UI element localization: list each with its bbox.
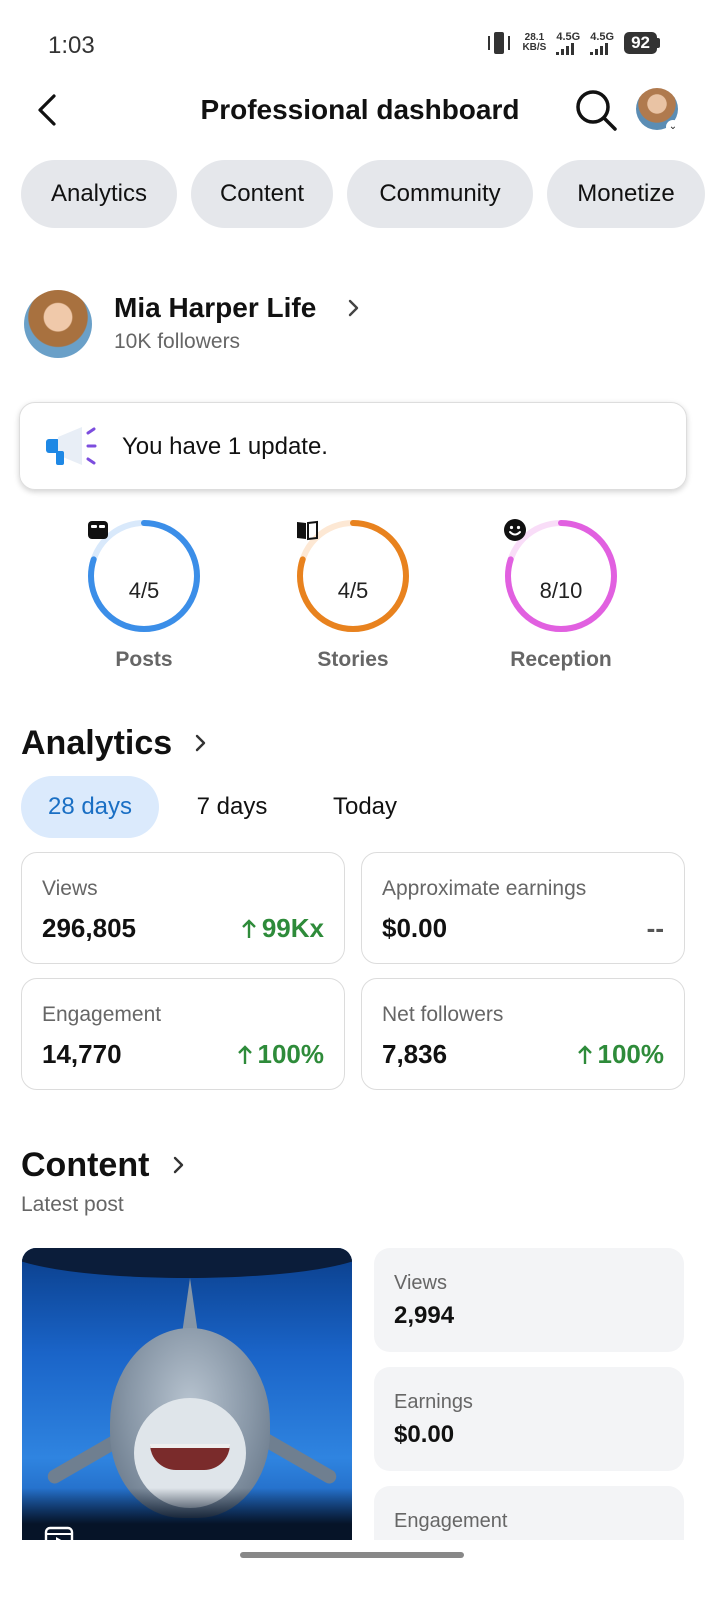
smile-icon — [504, 519, 526, 541]
metric-change-value: 99Kx — [261, 913, 324, 943]
section-chips: Analytics Content Community Monetize — [21, 160, 705, 228]
ring-label: Reception — [510, 648, 612, 671]
network-speed: 28.1 KB/S — [522, 33, 546, 53]
post-icon — [88, 521, 108, 539]
chip-analytics[interactable]: Analytics — [21, 160, 177, 228]
ring-value: 4/5 — [128, 578, 160, 603]
metric-change-value: -- — [646, 913, 664, 943]
battery-icon: 92 — [624, 32, 660, 54]
chevron-right-icon — [348, 299, 359, 317]
metric-engagement[interactable]: Engagement 14,770 100% — [21, 978, 345, 1090]
metric-label: Net followers — [382, 1003, 504, 1026]
metric-approximate-earnings[interactable]: Approximate earnings $0.00 -- — [361, 852, 685, 964]
chip-content[interactable]: Content — [191, 160, 333, 228]
metric-change: 99Kx — [240, 913, 324, 944]
ring-stories[interactable]: 4/5 Stories — [283, 518, 423, 672]
stat-value: 2,994 — [394, 1302, 455, 1329]
status-bar: 1:03 28.1 KB/S 4.5G 4.5G 92 — [0, 0, 720, 90]
chip-community[interactable]: Community — [347, 160, 533, 228]
vibrate-icon — [486, 30, 512, 56]
signal-2: 4.5G — [590, 30, 615, 55]
tab-28-days[interactable]: 28 days — [21, 776, 159, 838]
update-card[interactable]: You have 1 update. — [19, 402, 687, 490]
megaphone-icon — [46, 427, 97, 465]
metric-value: 14,770 — [42, 1039, 122, 1069]
goal-rings: 4/5 Posts 4/5 Stories 8/10 Reception — [0, 518, 720, 678]
home-indicator[interactable] — [240, 1552, 464, 1558]
profile-row[interactable]: Mia Harper Life 10K followers — [24, 290, 684, 360]
post-stat-earnings[interactable]: Earnings $0.00 — [374, 1367, 684, 1471]
stat-label: Earnings — [394, 1391, 473, 1413]
ring-label: Stories — [317, 648, 389, 671]
update-text: You have 1 update. — [122, 433, 328, 460]
signal-bars-icon — [556, 42, 575, 55]
post-stat-views[interactable]: Views 2,994 — [374, 1248, 684, 1352]
signal-1-label: 4.5G — [556, 30, 581, 43]
signal-2-label: 4.5G — [590, 30, 615, 43]
metric-change: -- — [647, 913, 664, 944]
metric-label: Engagement — [42, 1003, 162, 1026]
chevron-right-icon[interactable] — [170, 1154, 186, 1176]
tab-today[interactable]: Today — [305, 776, 425, 838]
navigation-bar-area — [0, 1540, 720, 1600]
metric-change-value: 100% — [257, 1039, 325, 1069]
search-icon[interactable] — [574, 88, 618, 132]
book-icon — [297, 520, 318, 541]
battery-level: 92 — [624, 32, 657, 54]
metric-value: $0.00 — [382, 913, 448, 943]
arrow-up-icon — [577, 1044, 592, 1064]
network-speed-unit: KB/S — [522, 42, 547, 53]
signal-1: 4.5G — [556, 30, 581, 55]
chip-monetize[interactable]: Monetize — [547, 160, 705, 228]
top-app-bar: Professional dashboard ⌄ — [0, 80, 720, 140]
status-icons: 28.1 KB/S 4.5G 4.5G 92 — [486, 30, 660, 56]
stat-label: Engagement — [394, 1510, 508, 1532]
content-subtitle: Latest post — [21, 1193, 124, 1216]
profile-name: Mia Harper Life — [114, 292, 317, 323]
metric-change-value: 100% — [597, 1039, 665, 1069]
status-time: 1:03 — [48, 32, 95, 59]
tab-7-days[interactable]: 7 days — [159, 776, 305, 838]
ring-reception[interactable]: 8/10 Reception — [491, 518, 631, 672]
account-switcher-avatar[interactable]: ⌄ — [636, 88, 680, 134]
latest-post-thumbnail[interactable] — [22, 1248, 352, 1548]
arrow-up-icon — [237, 1044, 252, 1064]
analytics-title[interactable]: Analytics — [21, 724, 172, 763]
ring-value: 8/10 — [539, 578, 583, 603]
stat-value: $0.00 — [394, 1421, 455, 1448]
metric-change: 100% — [576, 1039, 665, 1070]
ring-value: 4/5 — [337, 578, 369, 603]
ring-label: Posts — [115, 648, 173, 671]
metric-value: 7,836 — [382, 1039, 448, 1069]
arrow-up-icon — [241, 918, 256, 938]
metric-change: 100% — [236, 1039, 325, 1070]
metric-views[interactable]: Views 296,805 99Kx — [21, 852, 345, 964]
content-title[interactable]: Content — [21, 1146, 149, 1185]
metric-label: Views — [42, 877, 98, 900]
chevron-down-icon: ⌄ — [666, 120, 680, 134]
profile-followers: 10K followers — [114, 330, 241, 353]
stat-label: Views — [394, 1272, 447, 1294]
period-tabs: 28 days 7 days Today — [21, 776, 425, 838]
chevron-right-icon[interactable] — [192, 732, 208, 754]
ring-posts[interactable]: 4/5 Posts — [74, 518, 214, 672]
metric-label: Approximate earnings — [382, 877, 587, 900]
avatar — [24, 290, 92, 358]
signal-bars-icon — [590, 42, 609, 55]
metric-value: 296,805 — [42, 913, 136, 943]
metric-net-followers[interactable]: Net followers 7,836 100% — [361, 978, 685, 1090]
